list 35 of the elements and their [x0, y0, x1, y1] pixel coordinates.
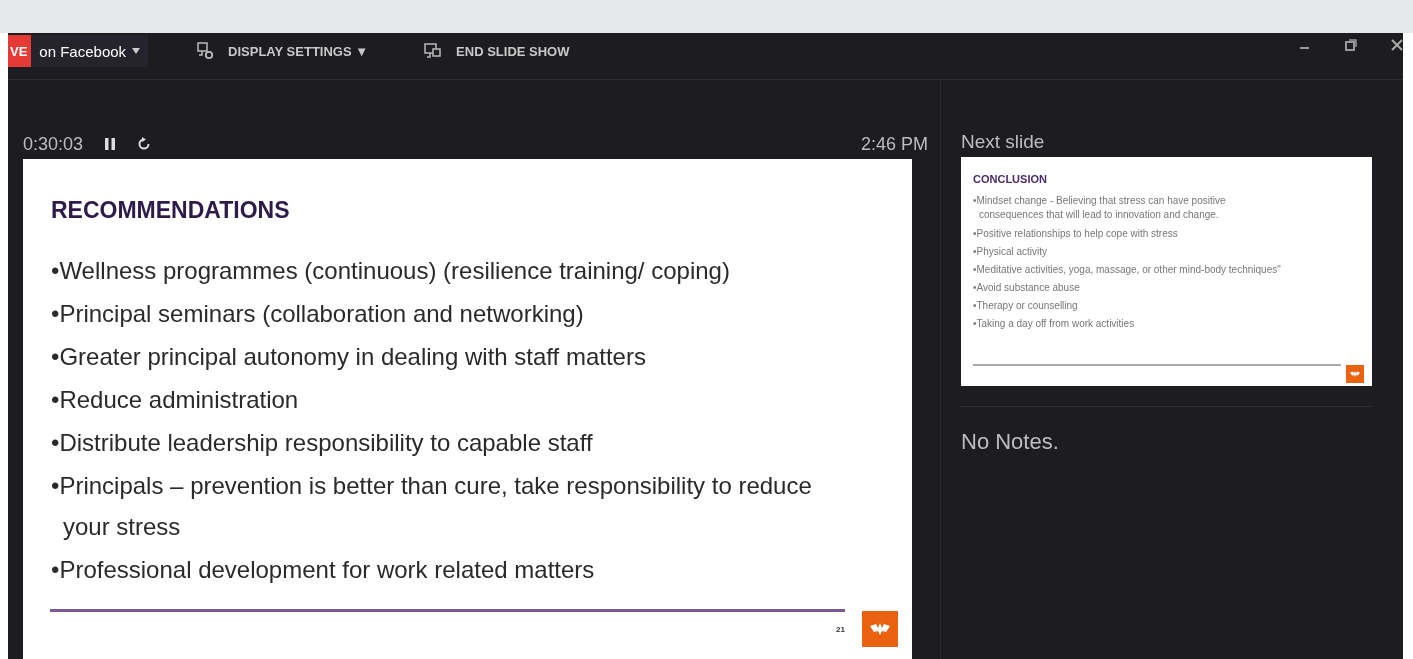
live-badge: VE: [8, 35, 32, 67]
restore-icon[interactable]: [1345, 39, 1357, 51]
next-slide-heading: Next slide: [961, 130, 1046, 154]
slide-bullet: •Therapy or counselling: [973, 299, 1079, 313]
broadcast-dropdown[interactable]: on Facebook: [31, 35, 149, 67]
end-slide-show-button[interactable]: END SLIDE SHOW: [418, 41, 576, 61]
slide-number: 21: [836, 625, 845, 634]
slide-bullet: •Physical activity: [973, 245, 1049, 259]
slide-bullet: •Meditative activities, yoga, massage, or other mind-body techniques": [973, 263, 1282, 277]
pause-icon[interactable]: [103, 137, 118, 151]
logo-icon: [1346, 365, 1364, 383]
monitor-gear-icon: [196, 42, 215, 60]
slide-title: CONCLUSION: [973, 173, 1048, 185]
notes-text: No Notes.: [961, 429, 1060, 455]
restart-icon[interactable]: [137, 137, 152, 151]
display-settings-button[interactable]: DISPLAY SETTINGS ▼: [190, 41, 375, 61]
elapsed-timer: 0:30:03: [23, 134, 84, 155]
caret-icon: [132, 48, 141, 54]
monitor-close-icon: [424, 42, 443, 60]
slide-bullet: •Mindset change - Believing that stress can have positive consequences that will lead to innovation and change.: [973, 194, 1227, 222]
slide-bullet: •Greater principal autonomy in dealing with staff matters: [51, 342, 647, 372]
clock-time: 2:46 PM: [860, 134, 928, 155]
slide-bullet: •Wellness programmes (continuous) (resilience training/ coping): [51, 256, 731, 286]
next-slide-preview[interactable]: [961, 157, 1372, 386]
slide-bullet: •Taking a day off from work activities: [973, 317, 1136, 331]
slide-bullet: •Professional development for work related matters: [51, 555, 596, 585]
slide-bullet: •Reduce administration: [51, 385, 300, 415]
slide-bullet: •Distribute leadership responsibility to capable staff: [51, 428, 594, 458]
slide-title: RECOMMENDATIONS: [51, 197, 291, 224]
slide-bullet: •Avoid substance abuse: [973, 281, 1081, 295]
slide-bullet: •Principal seminars (collaboration and networking): [51, 299, 585, 329]
slide-bullet: •Positive relationships to help cope with stress: [973, 227, 1179, 241]
close-icon[interactable]: [1391, 39, 1403, 51]
slide-bullet: •Principals – prevention is better than cure, take responsibility to reduce your stress: [51, 471, 813, 542]
logo-icon: [862, 611, 898, 647]
